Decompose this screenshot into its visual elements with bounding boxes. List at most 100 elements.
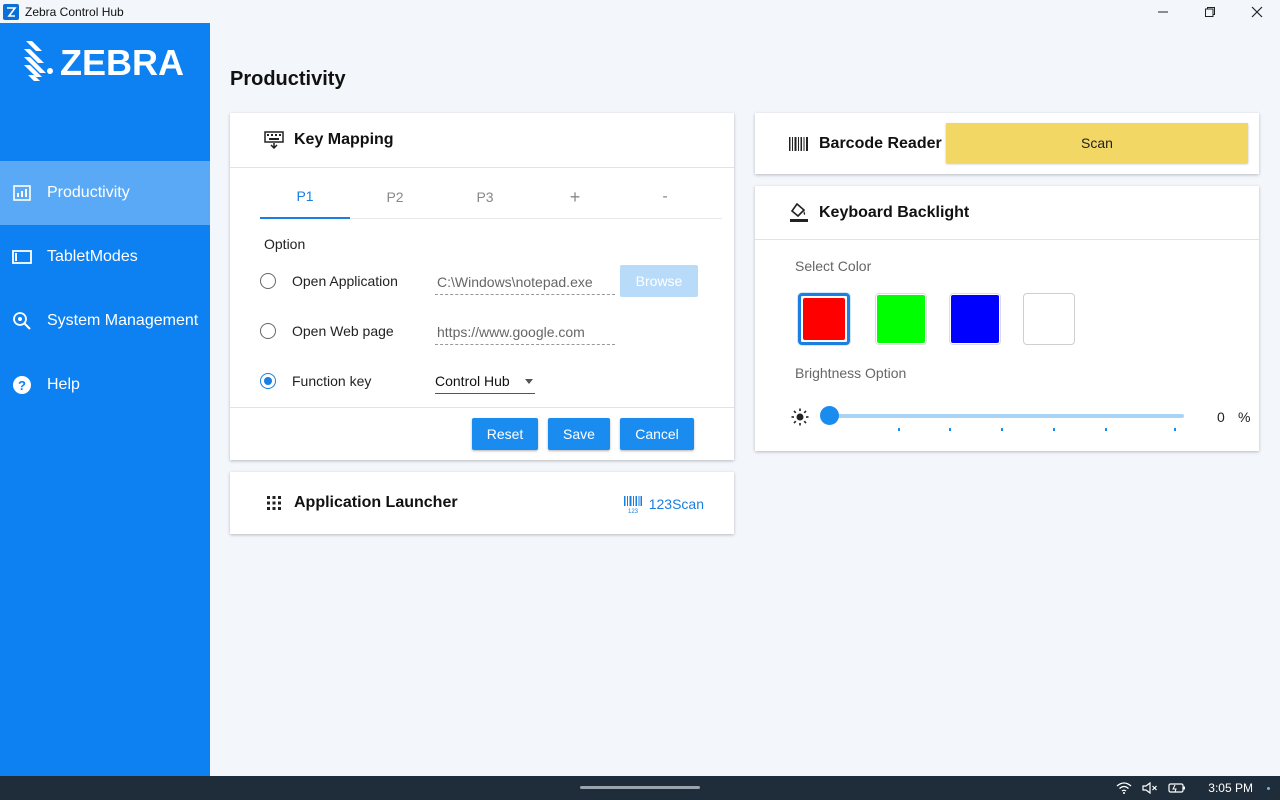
color-swatch-fill xyxy=(1025,295,1072,342)
color-swatch-green[interactable] xyxy=(875,293,927,345)
browse-button[interactable]: Browse xyxy=(620,265,698,297)
chevron-down-icon xyxy=(525,378,533,384)
sidebar-item-label: System Management xyxy=(47,312,199,329)
tab-p1[interactable]: P1 xyxy=(260,175,350,219)
volume-muted-icon[interactable] xyxy=(1142,782,1158,794)
option-label: Option xyxy=(264,236,306,252)
header-divider xyxy=(755,239,1259,240)
paint-bucket-icon xyxy=(789,202,809,223)
window-title: Zebra Control Hub xyxy=(25,4,124,19)
barcode-reader-card: Barcode Reader Scan xyxy=(755,113,1259,174)
keyboard-backlight-card: Keyboard Backlight Select Color Brightne… xyxy=(755,186,1259,451)
application-launcher-title: Application Launcher xyxy=(294,494,458,511)
minimize-button[interactable] xyxy=(1139,0,1186,23)
slider-tick xyxy=(1105,428,1107,431)
tablet-icon xyxy=(12,247,32,267)
application-path-field[interactable]: C:\Windows\notepad.exe xyxy=(435,274,615,295)
remove-profile-tab[interactable]: - xyxy=(620,175,710,219)
sidebar-item-label: Productivity xyxy=(47,184,130,201)
svg-text:?: ? xyxy=(18,378,26,393)
brightness-option-label: Brightness Option xyxy=(795,365,907,381)
profile-tabs: P1 P2 P3 + - xyxy=(260,175,722,219)
zebra-logo-icon xyxy=(24,41,53,81)
save-button[interactable]: Save xyxy=(548,418,610,450)
sidebar-item-label: Help xyxy=(47,376,80,393)
sidebar-item-productivity[interactable]: Productivity xyxy=(0,161,210,225)
web-url-field[interactable]: https://www.google.com xyxy=(435,324,615,345)
taskbar: 3:05 PM xyxy=(0,776,1280,800)
color-swatch-fill xyxy=(877,295,925,343)
key-mapping-title: Key Mapping xyxy=(294,131,394,148)
sidebar-item-tabletmodes[interactable]: TabletModes xyxy=(0,225,210,289)
color-swatch-fill xyxy=(951,295,999,343)
chart-icon xyxy=(12,183,32,203)
logo-text: ZEBRA xyxy=(60,42,184,83)
svg-text:123: 123 xyxy=(628,509,639,514)
function-key-label: Function key xyxy=(292,373,372,389)
function-key-value: Control Hub xyxy=(435,373,510,389)
function-key-radio[interactable] xyxy=(260,373,276,389)
sidebar-item-system-management[interactable]: System Management xyxy=(0,289,210,353)
option-function-key: Function key xyxy=(260,373,371,389)
title-bar: Zebra Control Hub xyxy=(0,0,1280,23)
add-profile-tab[interactable]: + xyxy=(530,175,620,219)
select-color-label: Select Color xyxy=(795,258,872,274)
home-indicator[interactable] xyxy=(580,786,700,789)
cancel-button[interactable]: Cancel xyxy=(620,418,694,450)
sidebar-nav: Productivity TabletModes System Manageme… xyxy=(0,161,210,417)
open-web-page-label: Open Web page xyxy=(292,323,394,339)
brightness-unit: % xyxy=(1238,409,1251,425)
battery-icon[interactable] xyxy=(1168,782,1186,794)
keyboard-backlight-title: Keyboard Backlight xyxy=(819,203,970,221)
tab-p2[interactable]: P2 xyxy=(350,175,440,219)
keyboard-backlight-header: Keyboard Backlight xyxy=(755,186,1259,239)
help-icon: ? xyxy=(12,375,32,395)
color-swatch-blue[interactable] xyxy=(949,293,1001,345)
slider-tick xyxy=(1001,428,1003,431)
brightness-icon xyxy=(791,408,809,426)
brightness-slider-track[interactable] xyxy=(829,414,1184,418)
barcode-icon xyxy=(789,134,809,154)
option-open-web-page: Open Web page xyxy=(260,323,394,339)
function-key-select[interactable]: Control Hub xyxy=(435,373,535,394)
page-title: Productivity xyxy=(230,68,346,90)
reset-button[interactable]: Reset xyxy=(472,418,538,450)
header-divider xyxy=(230,167,734,168)
slider-tick xyxy=(898,428,900,431)
system-tray: 3:05 PM xyxy=(1116,776,1280,800)
123scan-icon: 123 xyxy=(623,496,642,514)
restore-button[interactable] xyxy=(1186,0,1233,23)
launch-123scan-link[interactable]: 123 123Scan xyxy=(623,494,704,514)
scan-button[interactable]: Scan xyxy=(946,123,1248,163)
application-launcher-card: Application Launcher 123 123Scan xyxy=(230,472,734,534)
123scan-label: 123Scan xyxy=(648,496,704,512)
brightness-slider-thumb[interactable] xyxy=(820,406,839,425)
tab-p3[interactable]: P3 xyxy=(440,175,530,219)
open-web-page-radio[interactable] xyxy=(260,323,276,339)
app-icon xyxy=(3,3,19,20)
slider-tick xyxy=(949,428,951,431)
footer-divider xyxy=(230,407,734,408)
option-open-application: Open Application xyxy=(260,273,398,289)
keyboard-icon xyxy=(264,130,284,150)
brightness-value: 0 xyxy=(1217,409,1225,425)
clock[interactable]: 3:05 PM xyxy=(1208,781,1253,795)
sidebar-item-label: TabletModes xyxy=(47,248,138,265)
search-gear-icon xyxy=(12,311,32,331)
open-application-label: Open Application xyxy=(292,273,398,289)
close-button[interactable] xyxy=(1233,0,1280,23)
app-grid-icon xyxy=(264,493,284,513)
color-swatch-fill xyxy=(803,298,845,340)
key-mapping-card: Key Mapping P1 P2 P3 + - Option Open App… xyxy=(230,113,734,460)
color-swatch-white[interactable] xyxy=(1023,293,1075,345)
barcode-reader-title: Barcode Reader xyxy=(819,134,942,152)
slider-tick xyxy=(1053,428,1055,431)
wifi-icon[interactable] xyxy=(1116,782,1132,794)
zebra-logo: ZEBRA xyxy=(22,37,184,89)
notification-dot[interactable] xyxy=(1267,786,1270,790)
open-application-radio[interactable] xyxy=(260,273,276,289)
color-swatch-red[interactable] xyxy=(798,293,850,345)
sidebar-item-help[interactable]: ? Help xyxy=(0,353,210,417)
sidebar: ZEBRA Productivity TabletModes System Ma… xyxy=(0,23,210,776)
close-icon xyxy=(1251,6,1262,17)
